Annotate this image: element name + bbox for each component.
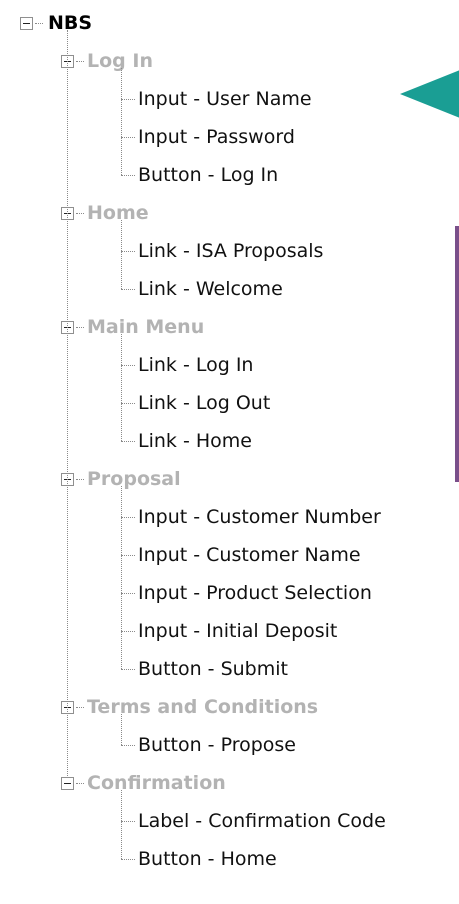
tree-root-label[interactable]: NBS — [46, 11, 94, 35]
tree-connector — [76, 212, 84, 214]
tree-leaf-node[interactable]: Link - Log In — [121, 346, 253, 384]
tree-leaf-label[interactable]: Link - Welcome — [138, 277, 283, 301]
tree-leaf-node[interactable]: Input - Customer Number — [121, 498, 381, 536]
tree-leaf-node[interactable]: Input - Customer Name — [121, 536, 361, 574]
tree-connector — [121, 136, 135, 138]
tree-leaf-label[interactable]: Input - Password — [138, 125, 295, 149]
tree-connector — [76, 326, 84, 328]
tree-group-label[interactable]: Main Menu — [87, 315, 204, 339]
tree-leaf-label[interactable]: Input - Customer Name — [138, 543, 361, 567]
tree-leaf-node[interactable]: Link - Welcome — [121, 270, 283, 308]
tree-vertical-connector — [121, 790, 122, 859]
tree-group-node[interactable]: Home — [61, 194, 149, 232]
tree-connector — [121, 858, 135, 860]
tree-leaf-label[interactable]: Link - ISA Proposals — [138, 239, 323, 263]
pointer-arrow-icon — [400, 70, 459, 118]
tree-connector — [121, 592, 135, 594]
tree-group-label[interactable]: Proposal — [87, 467, 181, 491]
tree-connector — [121, 516, 135, 518]
tree-connector — [121, 744, 135, 746]
tree-vertical-connector — [121, 220, 122, 289]
tree-leaf-label[interactable]: Input - Initial Deposit — [138, 619, 337, 643]
tree-leaf-node[interactable]: Label - Confirmation Code — [121, 802, 386, 840]
tree-group-node[interactable]: Confirmation — [61, 764, 226, 802]
tree-group-label[interactable]: Confirmation — [87, 771, 226, 795]
tree-leaf-label[interactable]: Link - Log In — [138, 353, 253, 377]
vertical-bar-marker — [455, 226, 459, 482]
tree-connector — [121, 554, 135, 556]
tree-leaf-node[interactable]: Button - Home — [121, 840, 277, 878]
tree-leaf-node[interactable]: Button - Submit — [121, 650, 288, 688]
tree-leaf-label[interactable]: Button - Propose — [138, 733, 296, 757]
tree-connector — [121, 630, 135, 632]
tree-group-label[interactable]: Home — [87, 201, 149, 225]
tree-vertical-connector — [121, 486, 122, 669]
tree-leaf-node[interactable]: Input - Initial Deposit — [121, 612, 337, 650]
tree-vertical-connector — [121, 334, 122, 441]
tree-group-node[interactable]: Main Menu — [61, 308, 204, 346]
collapse-icon[interactable] — [61, 776, 74, 790]
tree-leaf-node[interactable]: Button - Propose — [121, 726, 296, 764]
tree-connector — [121, 668, 135, 670]
tree-connector — [121, 288, 135, 290]
tree-leaf-node[interactable]: Link - Log Out — [121, 384, 270, 422]
tree-connector — [121, 440, 135, 442]
tree-leaf-label[interactable]: Link - Home — [138, 429, 252, 453]
tree-leaf-label[interactable]: Label - Confirmation Code — [138, 809, 386, 833]
tree-leaf-label[interactable]: Input - Product Selection — [138, 581, 372, 605]
tree-connector — [121, 820, 135, 822]
tree-connector — [121, 402, 135, 404]
tree-leaf-node[interactable]: Input - User Name — [121, 80, 312, 118]
tree-connector — [121, 250, 135, 252]
tree-vertical-connector — [67, 30, 68, 776]
tree-connector — [121, 174, 135, 176]
tree-leaf-label[interactable]: Input - Customer Number — [138, 505, 381, 529]
tree-connector — [76, 60, 84, 62]
tree-leaf-label[interactable]: Button - Log In — [138, 163, 278, 187]
tree-leaf-label[interactable]: Button - Home — [138, 847, 277, 871]
tree-group-node[interactable]: Terms and Conditions — [61, 688, 318, 726]
tree-root-node[interactable]: NBS — [20, 4, 94, 42]
tree-connector — [121, 98, 135, 100]
tree-vertical-connector — [121, 68, 122, 175]
tree-leaf-label[interactable]: Link - Log Out — [138, 391, 270, 415]
object-tree: NBS Log In Input - User Name Input - Passwo… — [0, 0, 459, 904]
tree-leaf-node[interactable]: Input - Product Selection — [121, 574, 372, 612]
tree-leaf-node[interactable]: Input - Password — [121, 118, 295, 156]
tree-connector — [76, 782, 84, 784]
tree-connector — [35, 22, 43, 24]
tree-connector — [76, 706, 84, 708]
tree-leaf-label[interactable]: Input - User Name — [138, 87, 312, 111]
tree-group-node[interactable]: Log In — [61, 42, 153, 80]
tree-leaf-node[interactable]: Link - ISA Proposals — [121, 232, 323, 270]
tree-connector — [121, 364, 135, 366]
tree-leaf-node[interactable]: Button - Log In — [121, 156, 278, 194]
tree-group-label[interactable]: Log In — [87, 49, 153, 73]
collapse-icon[interactable] — [20, 16, 33, 30]
tree-leaf-label[interactable]: Button - Submit — [138, 657, 288, 681]
tree-vertical-connector — [121, 714, 122, 745]
tree-leaf-node[interactable]: Link - Home — [121, 422, 252, 460]
tree-connector — [76, 478, 84, 480]
